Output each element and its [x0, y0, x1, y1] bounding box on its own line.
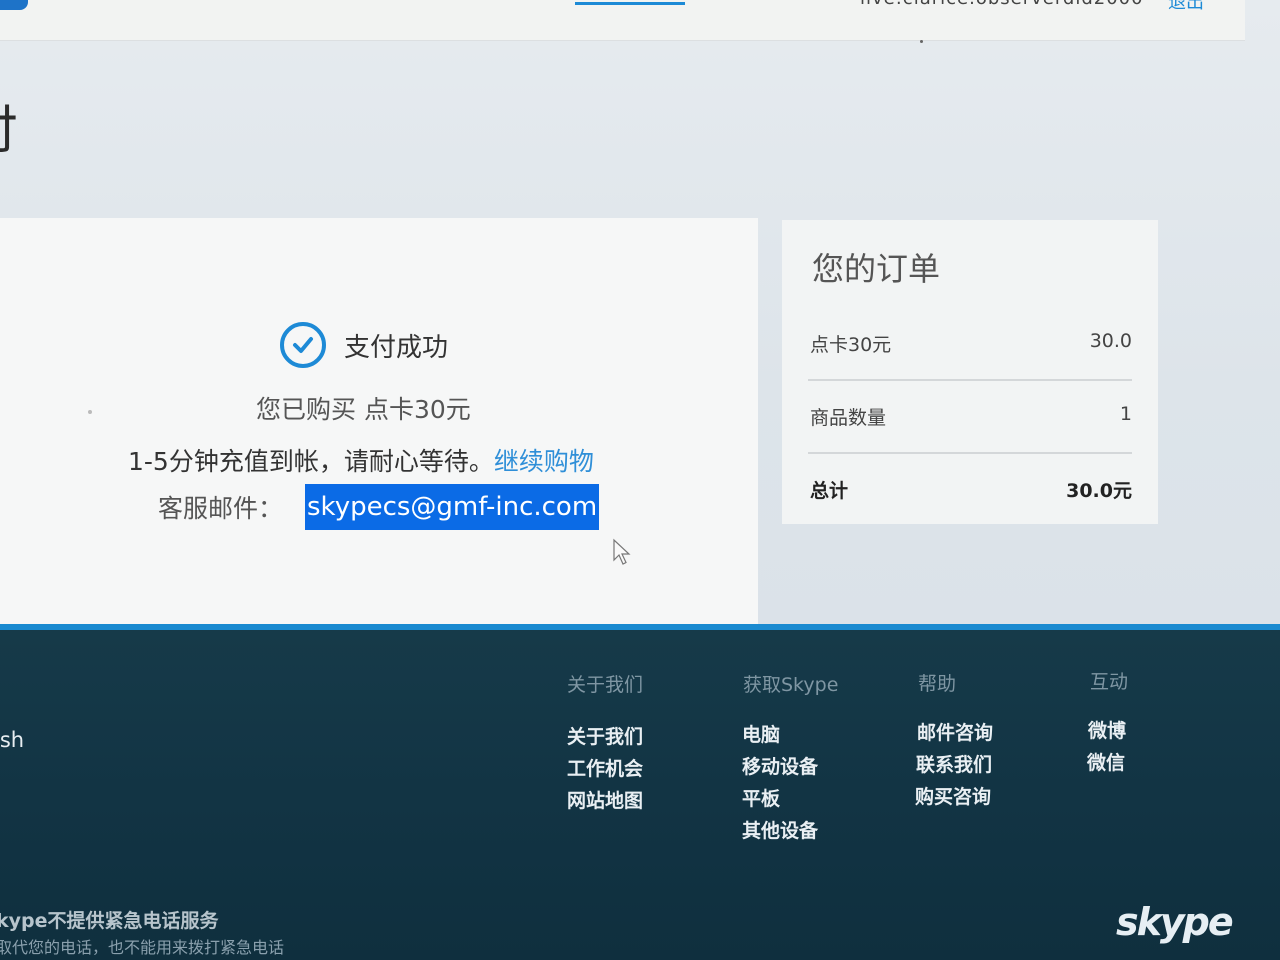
page-title: 付 [0, 88, 18, 163]
payment-status: 支付成功 [344, 332, 449, 363]
order-total-value: 30.0元 [1066, 480, 1132, 502]
order-quantity-label: 商品数量 [810, 407, 887, 429]
nav-link-active[interactable] [575, 0, 685, 5]
brand-logo[interactable] [0, 0, 28, 10]
footer-link-sitemap[interactable]: 网站地图 [567, 786, 643, 813]
order-total-row: 总计 30.0元 [810, 476, 1132, 503]
recharge-notice: 1-5分钟充值到帐，请耐心等待。继续购物 [128, 442, 594, 478]
footer-link-mobile[interactable]: 移动设备 [742, 752, 818, 779]
logout-link[interactable]: 退出 [1168, 0, 1204, 14]
top-navigation-bar: live:clarice.observerdid2000 退出 [0, 0, 1245, 41]
footer-heading-about: 关于我们 [567, 674, 644, 696]
footer-link-careers[interactable]: 工作机会 [567, 754, 643, 781]
footer-link-wechat[interactable]: 微信 [1087, 748, 1125, 775]
divider [808, 452, 1132, 454]
purchase-summary: 您已购买 点卡30元 [256, 395, 471, 424]
footer-link-tablet[interactable]: 平板 [742, 784, 780, 811]
order-item-value: 30.0 [1089, 330, 1132, 352]
emergency-notice-title: kype不提供紧急电话服务 [0, 910, 219, 932]
footer-heading-get-skype: 获取Skype [743, 674, 839, 696]
account-name[interactable]: live:clarice.observerdid2000 [860, 0, 1144, 9]
order-total-label: 总计 [810, 480, 849, 502]
continue-shopping-link[interactable]: 继续购物 [494, 447, 594, 476]
order-item-label: 点卡30元 [810, 334, 892, 356]
order-quantity-value: 1 [1119, 403, 1132, 425]
footer-link-computer[interactable]: 电脑 [742, 720, 780, 747]
order-quantity-row: 商品数量 1 [810, 403, 1132, 430]
decorative-dot [88, 410, 92, 414]
language-selector[interactable]: ish [0, 728, 24, 752]
wait-text: 1-5分钟充值到帐，请耐心等待。 [128, 447, 494, 476]
footer-link-purchase-inquiry[interactable]: 购买咨询 [915, 782, 991, 809]
footer-link-email-inquiry[interactable]: 邮件咨询 [917, 718, 993, 745]
footer-heading-interact: 互动 [1090, 671, 1129, 693]
mouse-pointer-icon [613, 538, 631, 565]
check-circle-icon [280, 322, 326, 368]
footer-link-contact[interactable]: 联系我们 [916, 750, 992, 777]
footer-link-other-devices[interactable]: 其他设备 [742, 816, 818, 843]
order-title: 您的订单 [812, 250, 941, 288]
email-label: 客服邮件： [158, 494, 284, 523]
footer-heading-help: 帮助 [918, 673, 957, 695]
order-item-row: 点卡30元 30.0 [810, 330, 1132, 357]
footer-link-about[interactable]: 关于我们 [567, 722, 643, 749]
divider-dot [920, 40, 923, 43]
payment-success-row: 支付成功 [280, 322, 448, 368]
support-email[interactable]: skypecs@gmf-inc.com [305, 484, 600, 530]
support-email-row: 客服邮件： skypecs@gmf-inc.com [158, 484, 600, 530]
footer-link-weibo[interactable]: 微博 [1088, 716, 1126, 743]
skype-logo[interactable]: skype [1116, 900, 1234, 944]
emergency-notice-text: 取代您的电话，也不能用来拨打紧急电话 [0, 938, 285, 957]
divider [808, 379, 1132, 381]
